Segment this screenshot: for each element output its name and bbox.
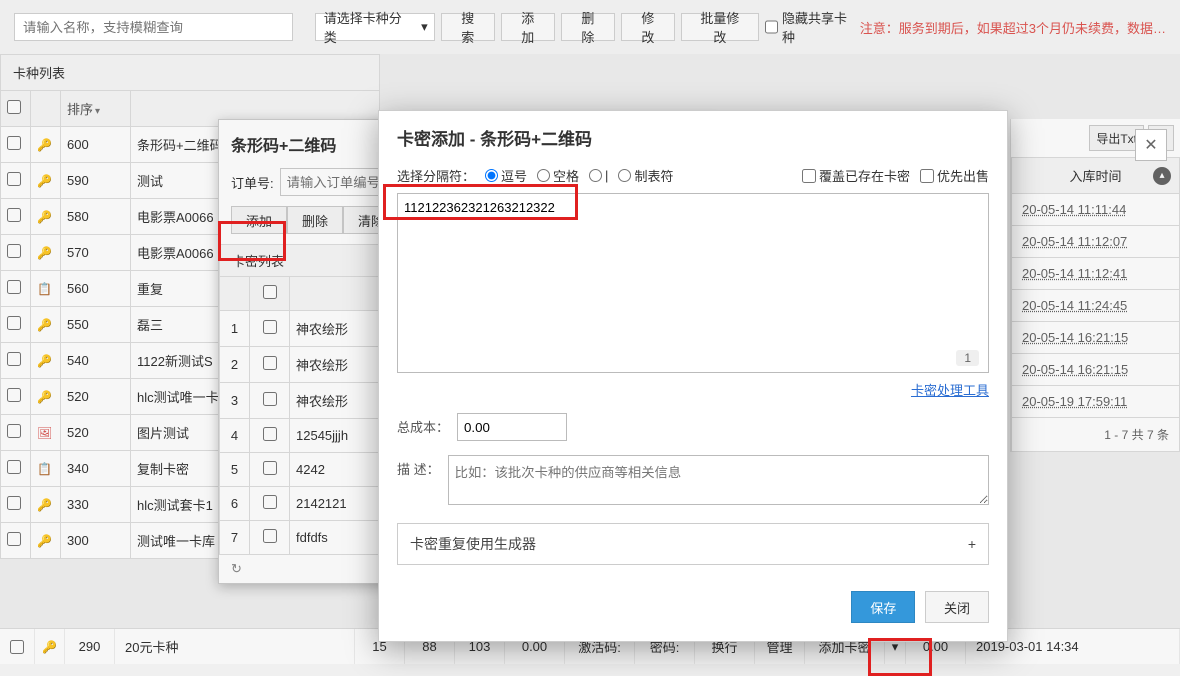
generator-collapse[interactable]: 卡密重复使用生成器 + bbox=[397, 523, 989, 565]
close-button[interactable]: 关闭 bbox=[925, 591, 989, 623]
add-km-modal: 卡密添加 - 条形码+二维码 选择分隔符： 逗号 空格 | 制表符 覆盖已存在卡… bbox=[378, 110, 1008, 642]
desc-label: 描 述： bbox=[397, 455, 440, 478]
km-textarea[interactable] bbox=[397, 193, 989, 373]
batch-modify-button[interactable]: 批量修改 bbox=[681, 13, 759, 41]
search-input[interactable] bbox=[14, 13, 293, 41]
sep-pipe-radio[interactable]: | bbox=[589, 168, 608, 183]
top-toolbar: 请选择卡种分类 ▾ 搜索 添加 删除 修改 批量修改 隐藏共享卡种 注意：服务到… bbox=[0, 0, 1180, 54]
desc-textarea[interactable] bbox=[448, 455, 989, 505]
cost-input[interactable] bbox=[457, 413, 567, 441]
priority-checkbox[interactable]: 优先出售 bbox=[920, 166, 989, 185]
sep-tab-radio[interactable]: 制表符 bbox=[618, 166, 673, 185]
sep-comma-radio[interactable]: 逗号 bbox=[485, 166, 527, 185]
warning-text: 注意：服务到期后，如果超过3个月仍未续费，数据… bbox=[860, 18, 1166, 37]
close-icon[interactable]: ✕ bbox=[1135, 129, 1167, 161]
overwrite-checkbox[interactable]: 覆盖已存在卡密 bbox=[802, 166, 910, 185]
km-tool-link[interactable]: 卡密处理工具 bbox=[911, 383, 989, 398]
separator-row: 选择分隔符： 逗号 空格 | 制表符 覆盖已存在卡密 优先出售 bbox=[397, 166, 989, 185]
caret-down-icon: ▾ bbox=[421, 19, 428, 35]
cost-label: 总成本： bbox=[397, 413, 449, 436]
modal-title: 卡密添加 - 条形码+二维码 bbox=[397, 125, 989, 150]
page-badge: 1 bbox=[956, 350, 979, 366]
search-button[interactable]: 搜索 bbox=[441, 13, 495, 41]
plus-icon: + bbox=[968, 536, 976, 552]
sep-space-radio[interactable]: 空格 bbox=[537, 166, 579, 185]
category-placeholder: 请选择卡种分类 bbox=[324, 8, 412, 46]
hide-shared-checkbox[interactable]: 隐藏共享卡种 bbox=[765, 8, 854, 46]
add-button[interactable]: 添加 bbox=[501, 13, 555, 41]
save-button[interactable]: 保存 bbox=[851, 591, 915, 623]
delete-button[interactable]: 删除 bbox=[561, 13, 615, 41]
separator-label: 选择分隔符： bbox=[397, 166, 475, 185]
modify-button[interactable]: 修改 bbox=[621, 13, 675, 41]
category-select[interactable]: 请选择卡种分类 ▾ bbox=[315, 13, 435, 41]
